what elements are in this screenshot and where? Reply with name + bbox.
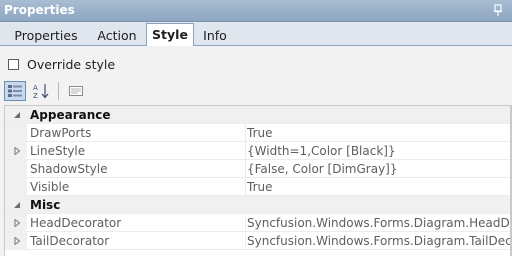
property-pages-icon	[69, 86, 83, 96]
property-row[interactable]: TailDecorator Syncfusion.Windows.Forms.D…	[5, 232, 510, 250]
expand-icon[interactable]	[13, 237, 21, 245]
svg-text:A: A	[33, 84, 38, 92]
row-margin	[5, 178, 27, 196]
property-row[interactable]: ShadowStyle {False, Color [DimGray]}	[5, 160, 510, 178]
property-name: LineStyle	[30, 144, 86, 158]
override-style-label: Override style	[27, 56, 116, 72]
property-name: Visible	[30, 180, 70, 194]
property-value[interactable]: Syncfusion.Windows.Forms.Diagram.TailDec…	[247, 234, 510, 248]
categorized-view-icon	[8, 85, 22, 97]
categorized-view-button[interactable]	[4, 81, 26, 101]
category-label: Appearance	[30, 108, 111, 122]
panel-titlebar: Properties	[0, 0, 512, 22]
category-label: Misc	[30, 198, 61, 212]
style-tab-content: Override style A Z Appearance DrawPorts …	[0, 46, 512, 256]
override-style-option[interactable]: Override style	[8, 56, 115, 72]
property-value[interactable]: True	[247, 126, 510, 140]
property-pages-button[interactable]	[65, 81, 87, 101]
column-divider	[245, 214, 246, 232]
collapse-icon[interactable]	[13, 201, 21, 209]
pin-icon[interactable]	[492, 4, 504, 17]
property-grid: Appearance DrawPorts True LineStyle {Wid…	[4, 105, 510, 256]
column-divider	[245, 178, 246, 196]
tab-action[interactable]: Action	[92, 25, 142, 46]
property-name: HeadDecorator	[30, 216, 122, 230]
category-row-misc[interactable]: Misc	[5, 196, 510, 214]
column-divider	[245, 142, 246, 160]
row-margin	[5, 160, 27, 178]
collapse-icon[interactable]	[13, 111, 21, 119]
tab-info[interactable]: Info	[198, 25, 232, 46]
toolbar-separator	[58, 82, 59, 100]
category-row-appearance[interactable]: Appearance	[5, 106, 510, 124]
tab-properties[interactable]: Properties	[6, 25, 86, 46]
row-margin	[5, 124, 27, 142]
property-name: DrawPorts	[30, 126, 92, 140]
property-grid-toolbar: A Z	[4, 80, 510, 102]
property-value[interactable]: True	[247, 180, 510, 194]
property-value[interactable]: {False, Color [DimGray]}	[247, 162, 510, 176]
property-row[interactable]: LineStyle {Width=1,Color [Black]}	[5, 142, 510, 160]
tab-style[interactable]: Style	[146, 23, 194, 47]
override-style-checkbox[interactable]	[8, 58, 19, 70]
column-divider	[245, 124, 246, 142]
property-value[interactable]: {Width=1,Color [Black]}	[247, 144, 510, 158]
alphabetical-sort-icon: A Z	[33, 84, 49, 99]
panel-title: Properties	[4, 3, 75, 17]
property-row[interactable]: DrawPorts True	[5, 124, 510, 142]
property-row[interactable]: HeadDecorator Syncfusion.Windows.Forms.D…	[5, 214, 510, 232]
alphabetical-sort-button[interactable]: A Z	[30, 81, 52, 101]
tab-strip: Properties Action Style Info	[0, 22, 512, 47]
column-divider	[245, 232, 246, 250]
property-name: TailDecorator	[30, 234, 110, 248]
property-name: ShadowStyle	[30, 162, 108, 176]
expand-icon[interactable]	[13, 219, 21, 227]
property-value[interactable]: Syncfusion.Windows.Forms.Diagram.HeadDec…	[247, 216, 510, 230]
svg-text:Z: Z	[33, 92, 38, 99]
expand-icon[interactable]	[13, 147, 21, 155]
property-row[interactable]: Visible True	[5, 178, 510, 196]
column-divider	[245, 160, 246, 178]
